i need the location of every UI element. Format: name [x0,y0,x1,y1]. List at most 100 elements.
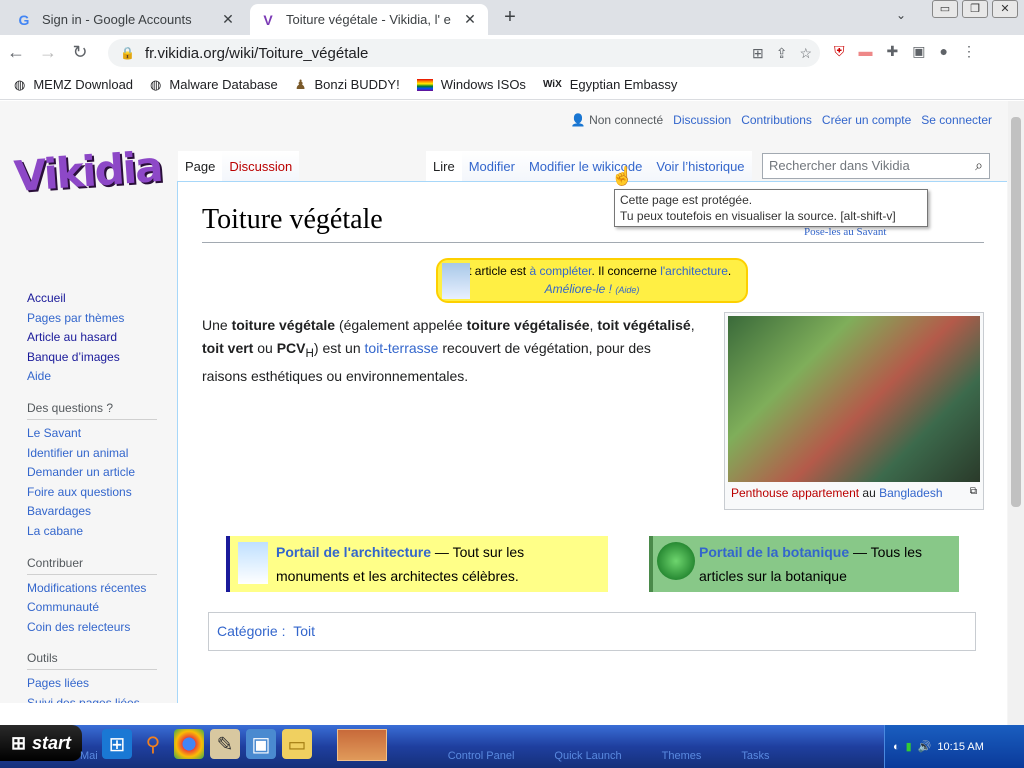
vikidia-logo[interactable]: Vikidia [12,142,162,201]
bookmark-item[interactable]: ◍ MEMZ Download [14,77,133,93]
extension-flag-icon[interactable]: ▬ [859,43,873,60]
sidebar-heading-tools: Outils [27,651,157,671]
globe-icon: ◍ [150,76,162,92]
share-icon[interactable]: ⇪ [776,45,788,62]
bookmark-star-icon[interactable]: ☆ [799,45,812,62]
bookmark-item[interactable]: ♟ Bonzi BUDDY! [295,77,400,93]
magnifier-icon[interactable]: ⚲ [138,729,168,759]
tab-edit[interactable]: Modifier [461,151,522,183]
category-toit-link[interactable]: Toit [293,623,315,639]
wiki-search-input[interactable]: Rechercher dans Vikidia ⌕ [762,153,990,179]
sidebar-item-animal[interactable]: Identifier un animal [27,444,157,464]
globe-icon: ◍ [14,76,26,92]
improve-link[interactable]: Améliore-le ! [545,282,612,296]
stub-help-link[interactable]: (Aide) [615,285,639,295]
tab-search-icon[interactable]: ⌄ [896,8,906,22]
sidebar-item-recent-changes[interactable]: Modifications récentes [27,579,157,599]
sidebar-item-images[interactable]: Banque d’images [27,348,157,368]
portal-architecture-link[interactable]: Portail de l'architecture [276,544,431,560]
login-link[interactable]: Se connecter [921,113,992,127]
toit-terrasse-link[interactable]: toit-terrasse [365,340,439,356]
notepad-icon[interactable]: ✎ [210,729,240,759]
sidebar-item-reviewers[interactable]: Coin des relecteurs [27,618,157,638]
sidebar-item-community[interactable]: Communauté [27,598,157,618]
url-text[interactable]: fr.vikidia.org/wiki/Toiture_végétale [145,45,368,62]
computer-icon[interactable]: ▣ [246,729,276,759]
back-icon[interactable]: ← [0,42,32,63]
savant-link[interactable]: Pose-les au Savant [804,226,886,238]
volume-icon[interactable]: 🔊 [918,740,932,753]
stub-complete-link[interactable]: à compléter [529,264,591,278]
bookmark-item[interactable]: Windows ISOs [416,77,526,92]
sidepanel-icon[interactable]: ▣ [912,43,925,60]
menu-icon[interactable]: ⋮ [962,43,976,60]
contributions-link[interactable]: Contributions [741,113,812,127]
tab-google-accounts[interactable]: G Sign in - Google Accounts ✕ [6,4,246,35]
sidebar-item-themes[interactable]: Pages par thèmes [27,309,157,329]
close-tab-icon[interactable]: ✕ [220,11,236,28]
category-label[interactable]: Catégorie : [217,623,285,639]
scrollbar[interactable] [1008,101,1024,725]
lock-icon[interactable]: 🔒 [120,46,135,60]
taskbar-label: Quick Launch [554,750,622,762]
sidebar-item-accueil[interactable]: Accueil [27,289,157,309]
folder-icon[interactable]: ▭ [282,729,312,759]
profile-icon[interactable]: ● [939,43,947,60]
caption-link-bangladesh[interactable]: Bangladesh [879,486,942,500]
sidebar-item-aide[interactable]: Aide [27,367,157,387]
sidebar-item-chat[interactable]: Bavardages [27,502,157,522]
sidebar-item-cabane[interactable]: La cabane [27,522,157,542]
green-roof-photo[interactable] [728,316,980,482]
bookmark-item[interactable]: ◍ Malware Database [150,77,278,93]
stub-architecture-link[interactable]: l'architecture [660,264,728,278]
reload-icon[interactable]: ↻ [64,42,96,63]
tab-page[interactable]: Page [178,151,223,183]
vikidia-favicon-icon: V [263,11,273,28]
tray-app-icon[interactable]: ◐ [893,741,900,753]
lead-text: (également appelée [335,317,467,333]
new-tab-icon[interactable]: + [498,6,522,29]
taskbar-window-button[interactable] [337,729,387,761]
caption-link-penthouse[interactable]: Penthouse appartement [731,486,859,500]
taskbar: ⊞ start Mai Control Panel Quick Launch Th… [0,725,1024,768]
lead-text: , [690,317,695,333]
sidebar-item-faq[interactable]: Foire aux questions [27,483,157,503]
bookmark-item[interactable]: WiX Egyptian Embassy [543,77,677,92]
address-bar[interactable]: 🔒 fr.vikidia.org/wiki/Toiture_végétale ⊞… [108,39,820,67]
sidebar-heading-questions: Des questions ? [27,401,157,420]
forward-icon[interactable]: → [32,42,64,63]
clock[interactable]: 10:15 AM [937,741,983,753]
ublock-icon[interactable]: ⛨ [834,43,845,60]
close-window-icon[interactable]: ✕ [992,0,1018,18]
tab-vikidia[interactable]: V Toiture végétale - Vikidia, l' e ✕ [250,4,488,35]
sidebar-item-random[interactable]: Article au hasard [27,328,157,348]
restore-icon[interactable]: ❐ [962,0,988,18]
desktop-strip [0,703,340,725]
search-icon[interactable]: ⌕ [975,157,983,174]
sidebar-item-savant[interactable]: Le Savant [27,424,157,444]
start-button[interactable]: ⊞ start [0,725,82,761]
system-tray: ◐ ▮ 🔊 10:15 AM [884,725,1024,768]
thumbnail: Penthouse appartement au Bangladesh ⧉ [724,312,984,510]
sidebar-heading-contribute: Contribuer [27,556,157,575]
sidebar-item-linked-pages[interactable]: Pages liées [27,674,157,694]
create-account-link[interactable]: Créer un compte [822,113,911,127]
enlarge-icon[interactable]: ⧉ [970,486,977,497]
sidebar-item-request[interactable]: Demander un article [27,463,157,483]
battery-icon[interactable]: ▮ [906,740,912,753]
tab-history[interactable]: Voir l’historique [649,151,752,183]
discussion-link[interactable]: Discussion [673,113,731,127]
puzzle-icon[interactable]: ✚ [887,43,899,60]
close-tab-icon[interactable]: ✕ [462,11,478,28]
stub-text: . Il concerne [591,264,661,278]
tab-discussion[interactable]: Discussion [222,151,300,183]
portal-botany-link[interactable]: Portail de la botanique [699,544,849,560]
screen: G Sign in - Google Accounts ✕ V Toiture … [0,0,1024,768]
chrome-icon[interactable] [174,729,204,759]
tab-read[interactable]: Lire [426,151,462,183]
minimize-icon[interactable]: ▭ [932,0,958,18]
translate-icon[interactable]: ⊞ [752,45,764,62]
view-tabs: Lire Modifier Modifier le wikicode Voir … [426,151,752,183]
scroll-thumb[interactable] [1011,117,1021,507]
windows-logo-icon[interactable]: ⊞ [102,729,132,759]
